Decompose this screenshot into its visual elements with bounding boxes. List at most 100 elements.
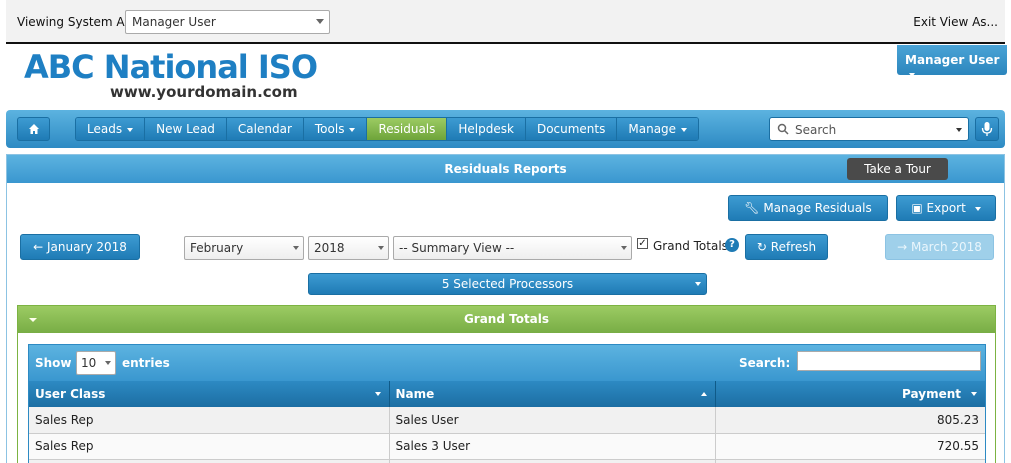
user-menu-label: Manager User (905, 53, 1000, 67)
search-placeholder: Search (795, 123, 837, 137)
sort-icon (374, 392, 381, 396)
manage-residuals-button[interactable]: 🔧︎ Manage Residuals (728, 195, 888, 221)
nav-item-manage[interactable]: Manage (617, 118, 699, 140)
table-toolbar: Show 10 entries Search: (29, 345, 985, 381)
data-table: User Class Name Payment Sales Rep Sales … (29, 381, 985, 463)
exit-view-as-link[interactable]: Exit View As... (913, 15, 998, 29)
nav-item-label: Helpdesk (458, 122, 514, 136)
arrow-right-icon: → (897, 240, 908, 254)
collapse-icon (29, 318, 37, 322)
entries-label: entries (122, 356, 170, 370)
prev-month-label: January 2018 (47, 240, 127, 254)
nav-item-label: New Lead (156, 122, 215, 136)
nav-item-label: Calendar (237, 122, 292, 136)
take-tour-button[interactable]: Take a Tour (847, 158, 948, 180)
voice-search-button[interactable] (975, 117, 999, 141)
arrow-left-icon: ← (33, 240, 44, 254)
next-month-button[interactable]: → March 2018 (885, 234, 994, 260)
grand-totals-checkbox-label: Grand Totals (653, 239, 728, 253)
column-header-label: Payment (902, 387, 961, 401)
grand-totals-title: Grand Totals (463, 312, 550, 326)
year-select[interactable]: 2018 (308, 236, 389, 260)
view-as-bar: Viewing System As: Manager User Exit Vie… (6, 0, 1005, 44)
column-header-user-class[interactable]: User Class (29, 381, 390, 407)
sort-icon (971, 392, 977, 396)
next-month-label: March 2018 (910, 240, 982, 254)
home-icon (28, 124, 39, 134)
processors-label: 5 Selected Processors (441, 277, 574, 291)
processors-select[interactable]: 5 Selected Processors (308, 273, 707, 295)
caret-down-icon (974, 206, 981, 211)
table-row[interactable]: Sales Rep Sales 3 User 720.55 (29, 433, 985, 460)
month-select[interactable]: February (184, 236, 304, 260)
chevron-down-icon (316, 19, 324, 24)
table-search-input[interactable] (797, 351, 981, 371)
nav-item-helpdesk[interactable]: Helpdesk (447, 118, 526, 140)
nav-item-calendar[interactable]: Calendar (226, 118, 304, 140)
chevron-down-icon (695, 282, 701, 286)
table-row[interactable]: Sales Rep Sales User 805.23 (29, 407, 985, 434)
refresh-label: Refresh (770, 240, 817, 254)
view-value: -- Summary View -- (399, 241, 515, 255)
nav-item-new-lead[interactable]: New Lead (145, 118, 227, 140)
table-row[interactable] (29, 459, 985, 463)
view-select[interactable]: -- Summary View -- (393, 236, 632, 260)
nav-item-label: Leads (87, 122, 123, 136)
cell-user-class (29, 459, 390, 463)
export-label: Export (926, 201, 966, 215)
view-as-select[interactable]: Manager User (125, 10, 330, 34)
grand-totals-header[interactable]: Grand Totals (18, 306, 995, 333)
nav-item-label: Tools (314, 122, 345, 136)
cell-user-class: Sales Rep (29, 433, 390, 460)
search-icon (777, 123, 789, 135)
caret-down-icon (127, 127, 134, 132)
nav-item-label: Manage (628, 122, 677, 136)
cell-user-class: Sales Rep (29, 407, 390, 434)
search-input[interactable]: Search (769, 117, 969, 141)
grand-totals-table: Show 10 entries Search: User Class Name … (28, 344, 986, 463)
user-menu-button[interactable]: Manager User (897, 45, 1007, 77)
home-button[interactable] (17, 117, 50, 141)
view-as-label: Viewing System As: (17, 15, 135, 29)
nav-item-leads[interactable]: Leads (76, 118, 146, 140)
caret-down-icon (681, 127, 688, 132)
chevron-down-icon (956, 128, 962, 132)
chevron-down-icon (105, 361, 111, 365)
grand-totals-checkbox[interactable]: ✓ (637, 238, 648, 249)
residuals-panel: Residuals Reports Take a Tour 🔧︎ Manage … (6, 154, 1005, 463)
column-header-label: Name (395, 387, 435, 401)
year-value: 2018 (314, 241, 345, 255)
nav-menu: Leads New Lead Calendar Tools Residuals … (75, 117, 700, 141)
cell-payment (715, 459, 985, 463)
show-label: Show (35, 356, 72, 370)
column-header-label: User Class (35, 387, 106, 401)
entries-length-value: 10 (81, 356, 97, 370)
nav-item-documents[interactable]: Documents (525, 118, 618, 140)
logo: ABC National ISO (24, 48, 318, 86)
cell-payment: 720.55 (715, 433, 985, 460)
prev-month-button[interactable]: ← January 2018 (20, 234, 140, 260)
refresh-icon: ↻ (756, 240, 767, 254)
main-navbar: Leads New Lead Calendar Tools Residuals … (6, 110, 1005, 148)
save-icon: ▣ (911, 201, 923, 215)
column-header-name[interactable]: Name (389, 381, 716, 407)
caret-down-icon (909, 72, 915, 77)
export-button[interactable]: ▣ Export (896, 195, 996, 221)
chevron-down-icon (378, 246, 384, 250)
refresh-button[interactable]: ↻ Refresh (745, 234, 828, 260)
view-as-selected-value: Manager User (132, 15, 216, 29)
nav-item-tools[interactable]: Tools (303, 118, 368, 140)
caret-down-icon (349, 127, 356, 132)
cell-name: Sales 3 User (389, 433, 716, 460)
cell-payment: 805.23 (715, 407, 985, 434)
cell-name (389, 459, 716, 463)
table-search-label: Search: (739, 356, 791, 370)
chevron-down-icon (621, 246, 627, 250)
column-header-payment[interactable]: Payment (715, 381, 985, 407)
sort-asc-icon (700, 392, 707, 396)
help-icon[interactable]: ? (725, 238, 739, 252)
logo-domain: www.yourdomain.com (110, 83, 298, 101)
nav-item-residuals[interactable]: Residuals (367, 118, 448, 140)
manage-residuals-label: Manage Residuals (763, 201, 872, 215)
entries-length-select[interactable]: 10 (76, 351, 116, 375)
